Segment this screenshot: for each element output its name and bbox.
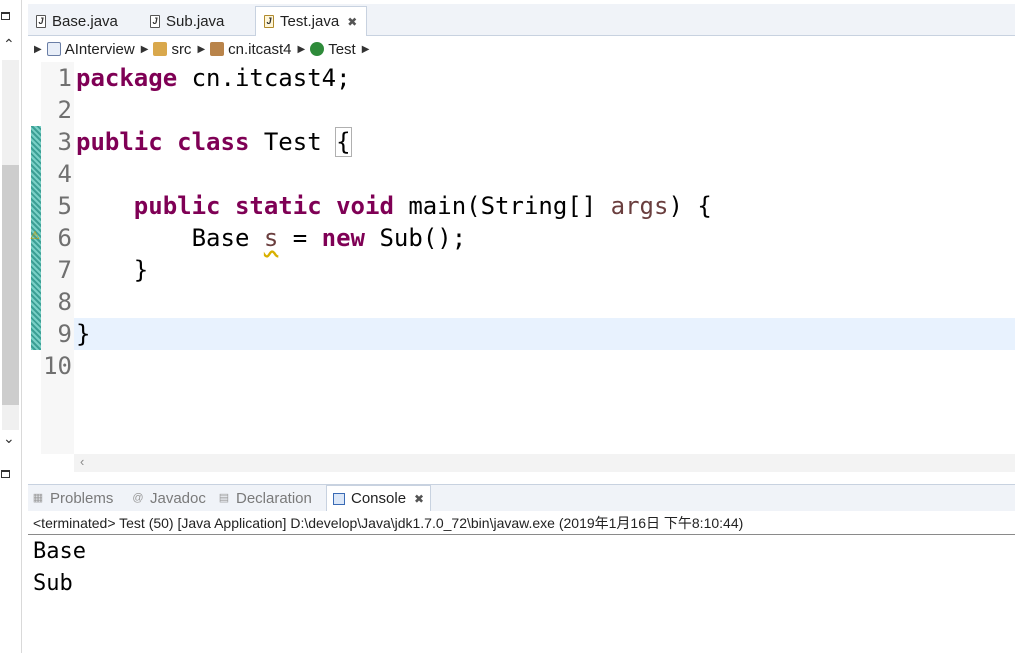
code-text: cn.itcast4; (177, 64, 351, 92)
restore-view-icon[interactable] (1, 12, 10, 20)
tab-label: Test.java (280, 13, 340, 30)
java-file-icon: J (36, 14, 46, 28)
line-number: 3 (57, 128, 72, 156)
line-number: 6 (57, 224, 72, 252)
code-text: = (278, 224, 322, 252)
java-file-icon: J (264, 15, 274, 28)
chevron-right-icon[interactable]: ▶ (362, 44, 370, 55)
scroll-left-icon[interactable]: ‹ (80, 454, 84, 469)
code-line-5: public static void main(String[] args) { (76, 190, 712, 222)
chevron-right-icon[interactable]: ▶ (34, 44, 42, 55)
current-line-highlight (74, 318, 1015, 350)
declaration-icon: ▤ (218, 492, 230, 504)
close-icon[interactable]: ✖ (347, 15, 357, 29)
line-number-ruler: 1 2 3 4 5 6 7 8 9 10 (41, 62, 74, 454)
class-icon (310, 42, 325, 56)
keyword: public (76, 128, 163, 156)
variable-with-warning: s (263, 224, 279, 252)
code-text: main(String[] (393, 192, 611, 220)
code-text-area[interactable]: package cn.itcast4; public class Test { … (74, 62, 1015, 454)
chevron-right-icon[interactable]: ▶ (141, 44, 149, 55)
code-text: Base (76, 224, 264, 252)
breadcrumb-label: Test (328, 40, 356, 58)
line-number: 9 (57, 320, 72, 348)
code-line-6: Base s = new Sub(); (76, 222, 467, 254)
parameter: args (610, 192, 669, 220)
tab-label: Javadoc (150, 489, 206, 507)
line-number: 10 (43, 352, 72, 380)
tab-label: Sub.java (166, 12, 225, 30)
keyword: new (321, 224, 366, 252)
keyword: package (76, 64, 178, 92)
scroll-up-icon[interactable]: ⌃ (3, 36, 15, 53)
editor-tab-bar: J Base.java J Sub.java J Test.java ✖ (28, 4, 1015, 36)
breadcrumb-label: AInterview (64, 40, 135, 58)
tab-label: Problems (50, 489, 114, 507)
code-editor[interactable]: ⚠ 1 2 3 4 5 6 7 8 9 10 package cn.itcast… (28, 62, 1015, 454)
tab-label: Console (351, 490, 407, 507)
line-number: 7 (57, 256, 72, 284)
left-minimized-strip: ⌃ ⌄ (0, 0, 22, 653)
tab-label: Base.java (52, 12, 118, 30)
tab-declaration[interactable]: ▤ Declaration (218, 485, 312, 511)
line-number: 5 (57, 192, 72, 220)
matching-brace: { (335, 127, 352, 157)
code-line-3: public class Test { (76, 126, 352, 158)
console-status-line: <terminated> Test (50) [Java Application… (28, 511, 1015, 535)
code-line-7: } (76, 256, 149, 284)
horizontal-scrollbar[interactable]: ‹ (74, 454, 1015, 472)
chevron-right-icon[interactable]: ▶ (197, 44, 205, 55)
line-number: 2 (57, 96, 72, 124)
code-line-9: } (76, 320, 91, 348)
keyword: void (336, 192, 394, 220)
console-output-line: Sub (33, 571, 73, 596)
java-file-icon: J (150, 14, 160, 28)
code-text: Sub(); (365, 224, 467, 252)
warning-icon[interactable]: ⚠ (30, 229, 40, 242)
restore-view-icon-2[interactable] (1, 470, 10, 478)
code-line-1: package cn.itcast4; (76, 62, 351, 94)
scroll-down-icon[interactable]: ⌄ (3, 430, 15, 447)
vertical-scrollbar-thumb[interactable] (2, 165, 19, 405)
javadoc-icon: @ (132, 492, 144, 504)
breadcrumb-item-class[interactable]: Test (310, 41, 356, 58)
project-icon (46, 42, 61, 56)
chevron-right-icon[interactable]: ▶ (298, 44, 306, 55)
breadcrumb-item-project[interactable]: AInterview (46, 40, 135, 58)
keyword: public (133, 192, 221, 220)
tab-sub-java[interactable]: J Sub.java (142, 6, 254, 36)
source-folder-icon (153, 42, 168, 56)
console-output-line: Base (33, 539, 86, 564)
breadcrumb-item-package[interactable]: cn.itcast4 (210, 40, 292, 58)
code-text: ) { (668, 192, 712, 220)
tab-base-java[interactable]: J Base.java (28, 6, 140, 36)
problems-icon: ▦ (32, 492, 44, 504)
code-text: Test (249, 128, 337, 156)
breadcrumb-item-src[interactable]: src (153, 41, 191, 58)
line-number: 4 (57, 160, 72, 188)
line-number: 8 (57, 288, 72, 316)
console-icon (333, 492, 345, 505)
tab-console[interactable]: Console ✖ (326, 485, 432, 511)
keyword: class (177, 128, 250, 156)
line-number: 1 (57, 64, 72, 92)
breadcrumb-label: src (171, 40, 192, 58)
console-output[interactable]: Base Sub (28, 536, 1015, 653)
package-icon (210, 42, 225, 56)
bottom-panel-tab-bar: ▦ Problems @ Javadoc ▤ Declaration Conso… (28, 484, 1015, 511)
tab-test-java[interactable]: J Test.java ✖ (255, 6, 367, 36)
tab-problems[interactable]: ▦ Problems (32, 485, 114, 511)
breadcrumb: ▶ AInterview ▶ src ▶ cn.itcast4 ▶ Test ▶ (28, 37, 1015, 61)
keyword: static (234, 192, 322, 220)
tab-label: Declaration (236, 489, 312, 507)
tab-javadoc[interactable]: @ Javadoc (132, 485, 206, 511)
close-icon[interactable]: ✖ (414, 492, 424, 506)
breadcrumb-label: cn.itcast4 (228, 40, 292, 58)
